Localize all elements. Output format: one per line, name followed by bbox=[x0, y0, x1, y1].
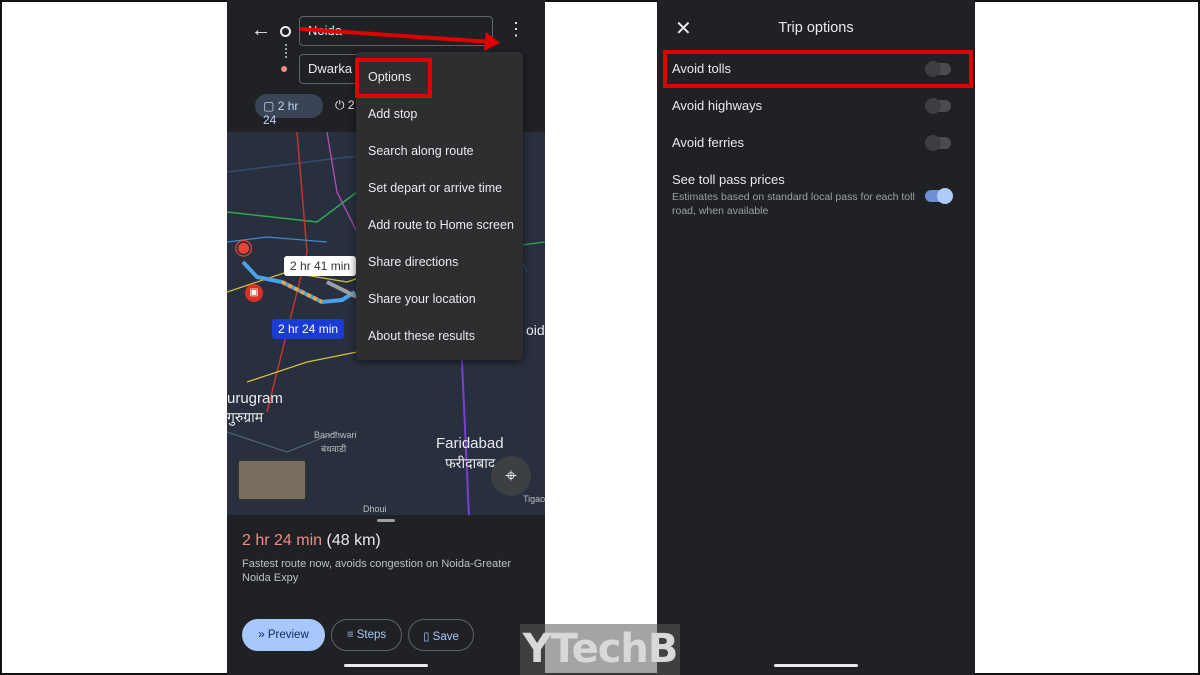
route-time: 2 hr 24 min bbox=[242, 532, 323, 549]
toll-pass-prices-toggle[interactable] bbox=[925, 188, 953, 204]
screenshot-frame bbox=[0, 0, 1200, 675]
bike-mode-time: 2 bbox=[347, 98, 355, 112]
route-time-distance: 2 hr 24 min (48 km) bbox=[242, 532, 381, 550]
bike-mode-chip[interactable]: ⏻ 2 bbox=[335, 98, 355, 113]
trip-options-screen: ✕ Trip options Avoid tolls Avoid highway… bbox=[657, 0, 975, 675]
avoid-tolls-highlight-box bbox=[663, 50, 973, 88]
toggle-knob bbox=[925, 135, 941, 151]
save-button-label: Save bbox=[432, 631, 459, 643]
map-label-bandhwari-hindi: बंधवाडी bbox=[321, 444, 347, 454]
menu-item-set-depart-arrive[interactable]: Set depart or arrive time bbox=[368, 181, 502, 195]
menu-item-about-results[interactable]: About these results bbox=[368, 329, 475, 343]
map-label-dhoui: Dhoui bbox=[363, 504, 387, 514]
selected-route-bubble[interactable]: 2 hr 24 min bbox=[272, 319, 345, 339]
map-label-faridabad-hindi: फरीदाबाद bbox=[445, 455, 496, 471]
map-label-faridabad: Faridabad bbox=[436, 435, 504, 452]
fuel-station-icon[interactable]: ▣ bbox=[245, 284, 263, 302]
steps-button-label: Steps bbox=[356, 629, 387, 641]
avoid-ferries-toggle[interactable] bbox=[925, 135, 951, 151]
menu-item-share-directions[interactable]: Share directions bbox=[368, 255, 458, 269]
route-description: Fastest route now, avoids congestion on … bbox=[242, 558, 512, 584]
destination-field[interactable]: Dwarka bbox=[299, 54, 359, 84]
save-button[interactable]: ▯ Save bbox=[408, 619, 474, 651]
back-arrow-icon[interactable]: ← bbox=[251, 20, 271, 40]
motorbike-icon: ⏻ bbox=[335, 98, 345, 112]
preview-button-label: Preview bbox=[267, 629, 309, 641]
menu-item-add-route-home[interactable]: Add route to Home screen bbox=[368, 218, 514, 232]
trip-options-title: Trip options bbox=[778, 20, 854, 36]
route-dots-icon bbox=[285, 44, 287, 58]
home-indicator bbox=[344, 664, 428, 667]
chevrons-icon: » bbox=[258, 629, 265, 641]
my-location-icon[interactable]: ⌖ bbox=[491, 456, 531, 496]
maps-directions-screen: ← ● Noida Dwarka ⋮ ▢ 2 hr 24 ⏻ 2 ◉ ▣ bbox=[227, 0, 545, 675]
origin-circle-icon bbox=[280, 26, 291, 37]
options-highlight-box bbox=[355, 58, 432, 98]
option-avoid-ferries-label: Avoid ferries bbox=[672, 135, 745, 150]
map-label-noida: oida bbox=[526, 322, 545, 338]
home-indicator bbox=[774, 664, 858, 667]
sheet-handle[interactable] bbox=[377, 519, 395, 522]
alternate-route-bubble[interactable]: 2 hr 41 min bbox=[284, 256, 357, 276]
menu-item-search-along-route[interactable]: Search along route bbox=[368, 144, 474, 158]
drive-mode-chip[interactable]: ▢ 2 hr 24 bbox=[255, 94, 323, 127]
map-label-gurugram-hindi: गुरुग्राम bbox=[227, 409, 264, 425]
watermark: YTechB bbox=[520, 624, 680, 675]
preview-button[interactable]: » Preview bbox=[242, 619, 325, 651]
toggle-knob bbox=[925, 98, 941, 114]
street-view-thumbnail[interactable] bbox=[238, 460, 306, 500]
route-summary-sheet: 2 hr 24 min (48 km) Fastest route now, a… bbox=[227, 515, 545, 675]
menu-item-share-location[interactable]: Share your location bbox=[368, 292, 476, 306]
destination-pin-icon: ● bbox=[280, 60, 289, 76]
option-avoid-highways-label: Avoid highways bbox=[672, 98, 763, 113]
toggle-knob bbox=[937, 188, 953, 204]
destination-marker-icon: ◉ bbox=[234, 234, 254, 259]
car-icon: ▢ bbox=[263, 99, 275, 113]
steps-button[interactable]: ≡ Steps bbox=[331, 619, 402, 651]
route-distance: (48 km) bbox=[326, 532, 381, 549]
avoid-highways-toggle[interactable] bbox=[925, 98, 951, 114]
map-label-tigaon: Tigao bbox=[523, 494, 545, 504]
menu-item-add-stop[interactable]: Add stop bbox=[368, 107, 417, 121]
option-toll-pass-label: See toll pass prices bbox=[672, 172, 785, 187]
overflow-menu: Options Add stop Search along route Set … bbox=[356, 52, 523, 360]
toll-pass-subtext: Estimates based on standard local pass f… bbox=[672, 191, 915, 217]
annotation-arrow bbox=[300, 27, 500, 51]
map-label-gurugram: urugram bbox=[227, 390, 283, 407]
map-label-bandhwari: Bandhwari bbox=[314, 430, 357, 440]
bookmark-icon: ▯ bbox=[423, 631, 430, 643]
list-icon: ≡ bbox=[346, 629, 354, 641]
